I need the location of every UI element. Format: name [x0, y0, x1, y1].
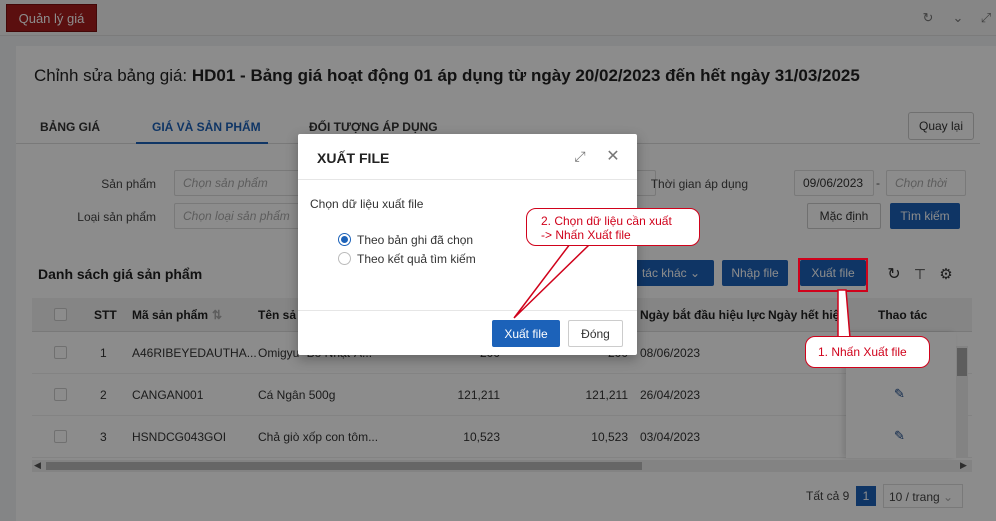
callout-step-2-line2: -> Nhấn Xuất file	[541, 228, 631, 242]
radio-search-results-label[interactable]: Theo kết quả tìm kiếm	[357, 252, 476, 266]
callout-step-1: 1. Nhấn Xuất file	[805, 336, 930, 368]
close-icon[interactable]: ✕	[603, 146, 623, 166]
annotation-highlight-export	[798, 258, 868, 292]
radio-search-results[interactable]	[338, 252, 351, 265]
export-data-label: Chọn dữ liệu xuất file	[310, 197, 424, 211]
callout-step-2-line1: 2. Chọn dữ liệu cần xuất	[541, 214, 672, 228]
modal-footer-divider	[298, 310, 637, 311]
callout-step-2: 2. Chọn dữ liệu cần xuất -> Nhấn Xuất fi…	[526, 208, 700, 246]
expand-icon[interactable]: ⤢	[570, 146, 590, 166]
modal-close-button[interactable]: Đóng	[568, 320, 623, 347]
modal-header: XUẤT FILE ⤢ ✕	[298, 134, 637, 180]
radio-selected-records-label[interactable]: Theo bản ghi đã chọn	[357, 233, 473, 247]
modal-title: XUẤT FILE	[317, 150, 390, 166]
radio-selected-records[interactable]	[338, 233, 351, 246]
modal-export-button[interactable]: Xuất file	[492, 320, 560, 347]
